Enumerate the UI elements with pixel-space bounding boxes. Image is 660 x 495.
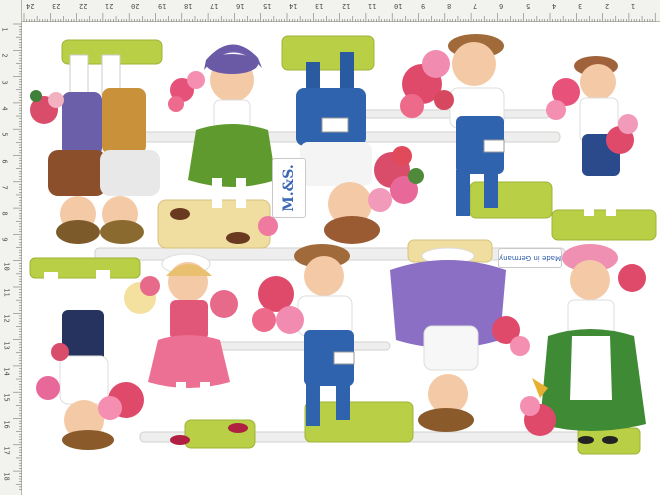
publisher-label: M.&S. (272, 158, 306, 218)
scrap-illustration (29, 34, 657, 455)
figure-twin-boys-inverted (30, 54, 160, 244)
publisher-label-text: M.&S. (281, 164, 297, 212)
origin-label-text: Made in Germany (498, 254, 562, 262)
illustration (0, 0, 660, 495)
figure-girl-green-apron (520, 244, 646, 444)
origin-label: Made in Germany (498, 248, 562, 268)
figure-boy-bouquet-letter (252, 244, 355, 426)
